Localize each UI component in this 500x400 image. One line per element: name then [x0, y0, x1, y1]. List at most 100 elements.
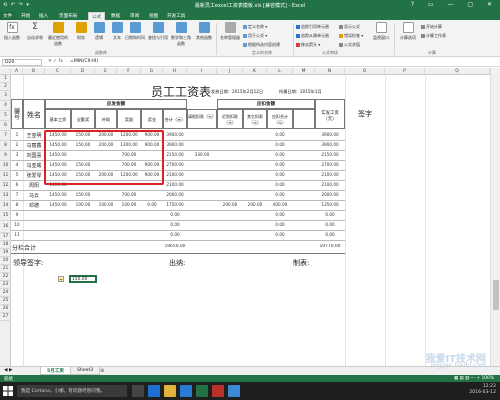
- cell-no[interactable]: 3: [11, 152, 23, 160]
- row-header[interactable]: 25: [0, 297, 11, 305]
- cell-name[interactable]: [23, 232, 45, 240]
- excel-taskbar-icon[interactable]: [196, 385, 208, 397]
- tab-home[interactable]: 开始: [18, 12, 33, 20]
- cell-name[interactable]: [23, 222, 45, 230]
- row-header[interactable]: 21: [0, 265, 11, 273]
- cell-other-deduct[interactable]: [243, 212, 267, 220]
- trace-precedents-button[interactable]: 追踪引用单元格: [296, 24, 329, 30]
- insert-function-button[interactable]: fx 插入函数: [1, 22, 23, 48]
- cell-attendance-bonus[interactable]: [71, 222, 95, 230]
- error-checking-button[interactable]: 错误检查 ▾: [339, 33, 363, 39]
- vertical-scrollbar[interactable]: [490, 68, 500, 366]
- task-view-icon[interactable]: [132, 385, 144, 397]
- cell-deduct-sum[interactable]: 0.00: [267, 192, 293, 200]
- store-icon[interactable]: [180, 385, 192, 397]
- cell-deduct-sum[interactable]: 0.00: [267, 132, 293, 140]
- cell-reward[interactable]: 700.00: [117, 192, 141, 200]
- cell-reward[interactable]: [117, 212, 141, 220]
- show-formulas-button[interactable]: 显示公式: [339, 24, 360, 30]
- tab-developer[interactable]: 开发工具: [164, 12, 188, 20]
- sheet-tab-sheet3[interactable]: Sheet3: [70, 367, 101, 375]
- cell-base-salary[interactable]: [45, 222, 71, 230]
- browser-taskbar-icon[interactable]: [228, 385, 240, 397]
- column-header[interactable]: D: [71, 68, 95, 75]
- cell-no[interactable]: 2: [11, 142, 23, 150]
- row-header[interactable]: 20: [0, 257, 11, 265]
- row-header[interactable]: 27: [0, 313, 11, 321]
- tab-review[interactable]: 审阅: [127, 12, 142, 20]
- cell-name[interactable]: 马云: [23, 192, 45, 200]
- cell-total[interactable]: 2000.00: [163, 192, 187, 200]
- cell-late-deduct[interactable]: [217, 162, 243, 170]
- calc-sheet-button[interactable]: 计算工作表: [421, 33, 446, 39]
- cell-late-deduct[interactable]: 200.00: [217, 202, 243, 210]
- row-header[interactable]: 16: [0, 221, 11, 233]
- cell-total[interactable]: 0.00: [163, 212, 187, 220]
- cell-late-deduct[interactable]: [217, 142, 243, 150]
- row-header[interactable]: 10: [0, 161, 11, 171]
- cell-net-pay[interactable]: 3900.00: [315, 132, 345, 140]
- window-controls[interactable]: ? ▭ — ▢ ✕: [411, 1, 498, 8]
- row-header[interactable]: 6: [0, 121, 11, 131]
- lookup-button[interactable]: 查找与引用: [147, 22, 169, 48]
- cell-deduct-sum[interactable]: 0.00: [267, 212, 293, 220]
- sheet-nav-arrows[interactable]: ◀ ▶: [4, 368, 13, 373]
- add-sheet-button[interactable]: ⊕: [100, 368, 104, 374]
- column-header[interactable]: G: [141, 68, 163, 75]
- cell-deduct-sum[interactable]: 0.00: [267, 142, 293, 150]
- cell-reward[interactable]: 100.00: [117, 202, 141, 210]
- cell-late-deduct[interactable]: [217, 182, 243, 190]
- file-explorer-icon[interactable]: [164, 385, 176, 397]
- windows-start-icon[interactable]: [2, 385, 14, 397]
- tab-formulas[interactable]: 公式: [88, 12, 106, 20]
- use-in-formula-button[interactable]: 用于公式 ▾: [243, 33, 267, 39]
- cell-reward[interactable]: [117, 222, 141, 230]
- cell-no[interactable]: 4: [11, 162, 23, 170]
- select-all-corner[interactable]: [0, 68, 11, 75]
- autosum-button[interactable]: Σ 自动求和: [24, 22, 46, 48]
- column-header[interactable]: I: [187, 68, 217, 75]
- cell-total[interactable]: 2100.00: [163, 182, 187, 190]
- cell-name[interactable]: 刘国喜: [23, 152, 45, 160]
- cell-name[interactable]: 周阳: [23, 182, 45, 190]
- view-zoom-controls[interactable]: ▦ ▤ ▥ — + 100%: [454, 376, 494, 381]
- app-taskbar-icon[interactable]: [212, 385, 224, 397]
- calc-options-button[interactable]: 计算选项: [397, 22, 419, 48]
- column-header[interactable]: Q: [425, 68, 490, 75]
- cell-no[interactable]: 8: [11, 202, 23, 210]
- trace-dependents-button[interactable]: 追踪从属单元格: [296, 33, 329, 39]
- worksheet[interactable]: 员工工资表 发放日期：2015年2月12日 所属日期：2015年1月 编号 姓名…: [11, 75, 490, 366]
- cell-no[interactable]: 1: [11, 132, 23, 140]
- cell-deduct-sum[interactable]: 0.00: [267, 182, 293, 190]
- row-header[interactable]: 15: [0, 211, 11, 221]
- cell-late-deduct[interactable]: [217, 132, 243, 140]
- cell-bonus[interactable]: [141, 222, 163, 230]
- cell-leave-deduct[interactable]: [187, 192, 217, 200]
- datetime-button[interactable]: 日期和时间: [124, 22, 146, 48]
- cell-attendance-bonus[interactable]: [71, 212, 95, 220]
- cell-bonus[interactable]: [141, 212, 163, 220]
- sheet-tab-may-salary[interactable]: 5月工资: [40, 367, 71, 375]
- cell-attendance-bonus[interactable]: 100.00: [71, 202, 95, 210]
- cell-name[interactable]: 王亚明: [23, 132, 45, 140]
- tab-data[interactable]: 数据: [108, 12, 123, 20]
- cell-leave-deduct[interactable]: [187, 132, 217, 140]
- cell-leave-deduct[interactable]: [187, 222, 217, 230]
- row-header[interactable]: 23: [0, 281, 11, 289]
- cell-net-pay[interactable]: 0.00: [315, 232, 345, 240]
- cell-deduct-sum[interactable]: 0.00: [267, 162, 293, 170]
- cell-deduct-sum[interactable]: 0.00: [267, 152, 293, 160]
- cell-total[interactable]: 2100.00: [163, 172, 187, 180]
- column-header[interactable]: B: [23, 68, 45, 75]
- paste-options-icon[interactable]: ✚: [58, 276, 64, 282]
- cell-total[interactable]: 2700.00: [163, 162, 187, 170]
- tab-view[interactable]: 视图: [146, 12, 161, 20]
- row-header[interactable]: 12: [0, 181, 11, 191]
- active-cell[interactable]: 150.00: [69, 275, 97, 283]
- column-header[interactable]: M: [293, 68, 315, 75]
- scroll-thumb[interactable]: [493, 280, 499, 310]
- cell-late-deduct[interactable]: [217, 192, 243, 200]
- cell-net-pay[interactable]: 2100.00: [315, 172, 345, 180]
- column-header[interactable]: P: [385, 68, 425, 75]
- define-name-button[interactable]: 定义名称 ▾: [243, 24, 267, 30]
